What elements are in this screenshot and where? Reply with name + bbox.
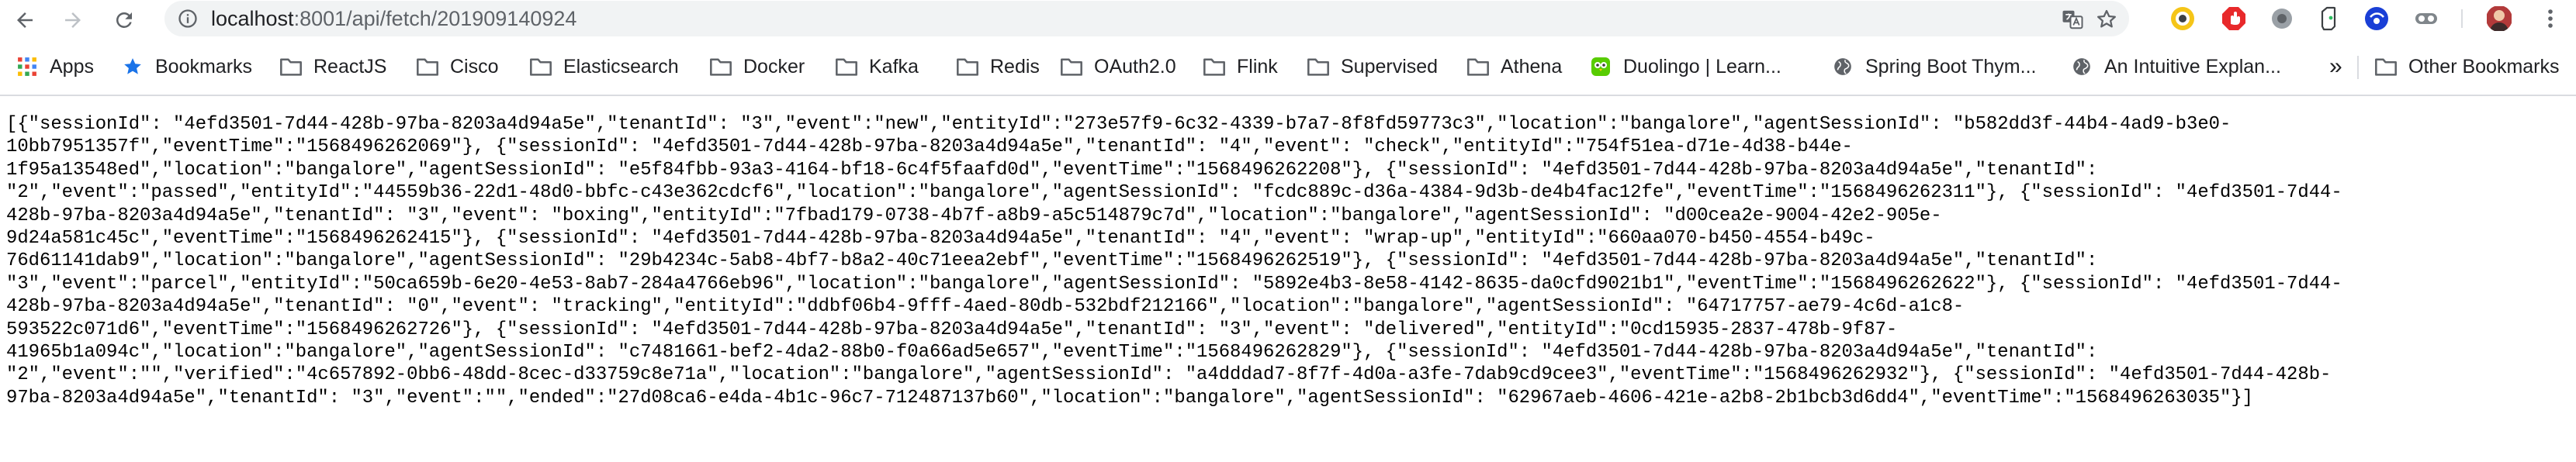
bookmark-label: Other Bookmarks [2408, 55, 2560, 78]
json-line: 41965b1a094c","location":"bangalore","ag… [6, 342, 2098, 364]
json-line: "2","event":"","verified":"4c657892-0bb6… [6, 364, 2332, 386]
folder-icon [1307, 58, 1329, 76]
folder-icon [836, 58, 857, 76]
bookmark-folder-reactjs[interactable]: ReactJS [279, 53, 386, 80]
bookmark-folder-cisco[interactable]: Cisco [416, 53, 499, 80]
bookmark-folder-oauth[interactable]: OAuth2.0 [1060, 53, 1176, 80]
reload-button[interactable] [109, 5, 140, 36]
extension-yellow-icon[interactable] [2169, 5, 2196, 32]
star-icon[interactable] [2095, 8, 2118, 31]
page-content: [{"sessionId": "4efd3501-7d44-428b-97ba-… [0, 96, 2576, 462]
json-line: 9d24a581c45c","eventTime":"1568496262415… [6, 228, 1875, 250]
json-line: 10bb7951357f","eventTime":"1568496262069… [6, 136, 1853, 158]
bookmarks-bar: Apps Bookmarks ReactJS Cisco Elasticsear… [0, 43, 2576, 90]
profile-avatar-icon[interactable] [2486, 5, 2512, 32]
bookmark-folder-other[interactable]: Other Bookmarks [2374, 53, 2560, 80]
reload-icon [116, 12, 132, 28]
folder-icon [1061, 58, 1082, 76]
bookmark-spring-boot[interactable]: Spring Boot Thym... [1831, 53, 2036, 80]
folder-icon [417, 58, 438, 76]
json-line: "2","event":"passed","entityId":"44559b3… [6, 182, 2342, 204]
forward-button[interactable] [57, 5, 88, 36]
bookmark-label: ReactJS [313, 55, 387, 78]
bookmark-folder-kafka[interactable]: Kafka [835, 53, 919, 80]
json-line: 428b-97ba-8203a4d94a5e","tenantId": "3",… [6, 205, 1942, 226]
bookmark-folder-redis[interactable]: Redis [956, 53, 1040, 80]
address-bar[interactable]: localhost:8001/api/fetch/201909140924 [164, 1, 2129, 36]
bookmark-folder-docker[interactable]: Docker [709, 53, 805, 80]
address-url[interactable]: localhost:8001/api/fetch/201909140924 [211, 1, 576, 36]
bookmark-label: Kafka [869, 55, 919, 78]
bookmark-label: Spring Boot Thym... [1865, 55, 2037, 78]
info-icon[interactable] [177, 8, 199, 29]
json-line: [{"sessionId": "4efd3501-7d44-428b-97ba-… [6, 114, 2231, 135]
folder-icon [957, 58, 978, 76]
folder-icon [2375, 58, 2397, 76]
url-path: :8001/api/fetch/201909140924 [293, 7, 577, 30]
evernote-icon[interactable] [2315, 5, 2342, 32]
globe-icon [1834, 58, 1851, 75]
globe-icon [2073, 58, 2090, 75]
bookmark-label: Elasticsearch [563, 55, 679, 78]
bookmark-folder-elasticsearch[interactable]: Elasticsearch [529, 53, 679, 80]
bookmark-folder-flink[interactable]: Flink [1203, 53, 1278, 80]
bookmark-label: Cisco [450, 55, 499, 78]
arrow-left-icon [17, 12, 33, 28]
json-line: 593522c071d6","eventTime":"1568496262726… [6, 319, 1898, 340]
toolbar-separator [2461, 9, 2463, 28]
extension-blue-icon[interactable] [2363, 5, 2390, 32]
extension-link-icon[interactable] [2413, 5, 2439, 32]
bookmark-label: Docker [743, 55, 805, 78]
duolingo-owl-icon [1591, 57, 1610, 76]
kebab-menu-icon[interactable] [2537, 5, 2564, 32]
folder-icon [1203, 58, 1225, 76]
json-line: 97ba-8203a4d94a5e","tenantId": "3","even… [6, 387, 2254, 409]
star-icon [124, 58, 141, 74]
bookmarks-overflow-button[interactable]: » [2329, 53, 2342, 80]
translate-icon[interactable] [2061, 8, 2084, 31]
back-button[interactable] [9, 5, 40, 36]
json-line: "3","event":"parcel","entityId":"50ca659… [6, 273, 2342, 295]
bookmark-label: OAuth2.0 [1094, 55, 1176, 78]
bookmarks-separator [2357, 56, 2359, 79]
bookmark-apps[interactable]: Apps [16, 53, 94, 80]
json-line: 428b-97ba-8203a4d94a5e","tenantId": "0",… [6, 296, 1965, 318]
bookmark-label: Duolingo | Learn... [1623, 55, 1781, 78]
chevron-double-right-icon: » [2329, 53, 2342, 79]
folder-icon [1467, 58, 1489, 76]
bookmark-label: An Intuitive Explan... [2104, 55, 2281, 78]
folder-icon [530, 58, 552, 76]
bookmark-folder-athena[interactable]: Athena [1466, 53, 1562, 80]
folder-icon [280, 58, 302, 76]
bookmark-label: Redis [990, 55, 1040, 78]
json-line: 1f95a13548ed","location":"bangalore","ag… [6, 159, 2098, 181]
bookmark-label: Flink [1237, 55, 1278, 78]
json-line: 76d61141dab9","location":"bangalore","ag… [6, 250, 2098, 272]
adblock-icon[interactable] [2221, 5, 2247, 32]
bookmark-label: Supervised [1341, 55, 1439, 78]
json-response-text: [{"sessionId": "4efd3501-7d44-428b-97ba-… [6, 113, 2567, 409]
url-host: localhost [211, 7, 294, 30]
bookmark-label: Athena [1501, 55, 1563, 78]
arrow-right-icon [65, 12, 81, 28]
bookmark-duolingo[interactable]: Duolingo | Learn... [1589, 53, 1781, 80]
bookmark-bookmarks[interactable]: Bookmarks [121, 53, 252, 80]
browser-toolbar: localhost:8001/api/fetch/201909140924 [0, 0, 2576, 39]
bookmark-label: Bookmarks [155, 55, 253, 78]
folder-icon [710, 58, 732, 76]
bookmark-label: Apps [50, 55, 94, 78]
bookmark-folder-supervised[interactable]: Supervised [1307, 53, 1438, 80]
extension-grey-icon[interactable] [2269, 5, 2295, 32]
apps-grid-icon [18, 57, 36, 76]
bookmark-intuitive-explanation[interactable]: An Intuitive Explan... [2070, 53, 2281, 80]
